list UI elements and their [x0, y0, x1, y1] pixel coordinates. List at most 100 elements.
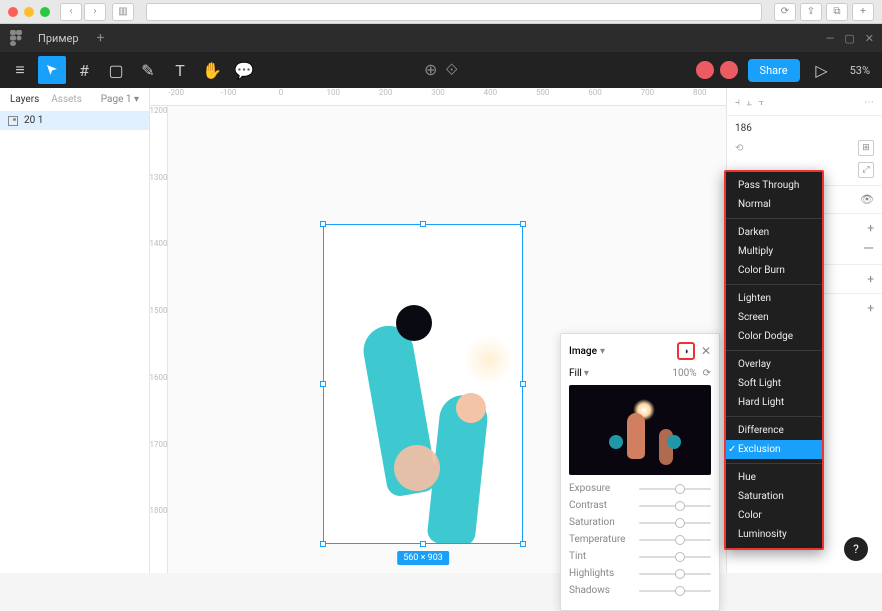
- nav-forward-button[interactable]: ›: [84, 3, 106, 21]
- slider-track[interactable]: [639, 505, 711, 507]
- resize-handle-icon[interactable]: [320, 381, 326, 387]
- expand-icon[interactable]: ⤢: [858, 162, 874, 178]
- visibility-icon[interactable]: 👁: [860, 193, 874, 206]
- resize-handle-icon[interactable]: [420, 541, 426, 547]
- user-avatar-2[interactable]: [718, 59, 740, 81]
- fill-mode-select[interactable]: Fill: [569, 368, 582, 379]
- blend-mode-option[interactable]: Hard Light: [726, 393, 822, 412]
- image-thumbnail[interactable]: [569, 385, 711, 475]
- zoom-level[interactable]: 53%: [844, 64, 876, 77]
- resize-handle-icon[interactable]: [320, 221, 326, 227]
- window-minimize-icon[interactable]: —: [826, 32, 835, 45]
- layers-tab[interactable]: Layers: [10, 94, 39, 105]
- add-tab-icon[interactable]: +: [852, 3, 874, 21]
- blend-mode-option[interactable]: Pass Through: [726, 176, 822, 195]
- resize-handle-icon[interactable]: [520, 541, 526, 547]
- blend-mode-option[interactable]: Exclusion: [726, 440, 822, 459]
- slider-knob-icon[interactable]: [675, 518, 685, 528]
- sidebar-toggle-icon[interactable]: ▥: [112, 3, 134, 21]
- tabs-icon[interactable]: ⧉: [826, 3, 848, 21]
- blend-mode-option[interactable]: Darken: [726, 223, 822, 242]
- shape-tool[interactable]: ▢: [102, 56, 130, 84]
- file-tab[interactable]: Пример: [32, 24, 85, 52]
- assets-tab[interactable]: Assets: [51, 94, 82, 105]
- close-window-icon[interactable]: [8, 7, 18, 17]
- align-icon[interactable]: ⊕: [424, 60, 437, 80]
- share-button[interactable]: Share: [748, 59, 800, 82]
- align-right-icon[interactable]: ⫟: [758, 97, 764, 108]
- window-close-icon[interactable]: ✕: [865, 32, 874, 45]
- more-align-icon[interactable]: ⋯: [864, 97, 874, 108]
- slider-track[interactable]: [639, 522, 711, 524]
- figma-logo-icon[interactable]: [8, 30, 24, 46]
- rotate-icon[interactable]: ⟲: [735, 143, 743, 154]
- resize-handle-icon[interactable]: [420, 221, 426, 227]
- comment-tool[interactable]: 💬: [230, 56, 258, 84]
- present-icon[interactable]: ▷: [808, 56, 836, 84]
- constrain-icon[interactable]: ⊞: [858, 140, 874, 156]
- minimize-window-icon[interactable]: [24, 7, 34, 17]
- slider-knob-icon[interactable]: [675, 586, 685, 596]
- blend-mode-option[interactable]: Luminosity: [726, 525, 822, 544]
- blend-mode-option[interactable]: Color: [726, 506, 822, 525]
- slider-track[interactable]: [639, 539, 711, 541]
- help-button[interactable]: ?: [844, 537, 868, 561]
- blend-mode-option[interactable]: Overlay: [726, 355, 822, 374]
- pen-tool[interactable]: ✎: [134, 56, 162, 84]
- image-adjust-slider[interactable]: Contrast: [569, 500, 711, 511]
- close-icon[interactable]: ✕: [701, 344, 711, 358]
- user-avatar-1[interactable]: [694, 59, 716, 81]
- image-adjust-slider[interactable]: Exposure: [569, 483, 711, 494]
- hand-tool[interactable]: ✋: [198, 56, 226, 84]
- add-section-icon[interactable]: +: [867, 301, 874, 315]
- slider-knob-icon[interactable]: [675, 569, 685, 579]
- window-maximize-icon[interactable]: ▢: [844, 32, 854, 45]
- slider-knob-icon[interactable]: [675, 484, 685, 494]
- resize-handle-icon[interactable]: [520, 221, 526, 227]
- text-tool[interactable]: T: [166, 56, 194, 84]
- blend-mode-option[interactable]: Screen: [726, 308, 822, 327]
- remove-icon[interactable]: —: [863, 241, 874, 257]
- slider-knob-icon[interactable]: [675, 535, 685, 545]
- maximize-window-icon[interactable]: [40, 7, 50, 17]
- page-selector[interactable]: Page 1 ▾: [101, 94, 139, 105]
- nav-back-button[interactable]: ‹: [60, 3, 82, 21]
- image-adjust-slider[interactable]: Shadows: [569, 585, 711, 596]
- reader-icon[interactable]: ⟳: [774, 3, 796, 21]
- add-section-icon[interactable]: +: [867, 272, 874, 286]
- resize-handle-icon[interactable]: [320, 541, 326, 547]
- slider-track[interactable]: [639, 556, 711, 558]
- slider-track[interactable]: [639, 590, 711, 592]
- slider-knob-icon[interactable]: [675, 501, 685, 511]
- blend-mode-option[interactable]: Multiply: [726, 242, 822, 261]
- hamburger-icon[interactable]: ≡: [6, 56, 34, 84]
- blend-mode-option[interactable]: Color Burn: [726, 261, 822, 280]
- align-center-icon[interactable]: ⫠: [746, 97, 752, 108]
- resize-handle-icon[interactable]: [520, 381, 526, 387]
- chevron-down-icon[interactable]: ▾: [600, 346, 605, 357]
- image-adjust-slider[interactable]: Highlights: [569, 568, 711, 579]
- layer-item[interactable]: 20 1: [0, 111, 149, 130]
- blend-mode-option[interactable]: Soft Light: [726, 374, 822, 393]
- fill-opacity[interactable]: 100%: [672, 368, 696, 379]
- image-adjust-slider[interactable]: Saturation: [569, 517, 711, 528]
- crop-icon[interactable]: ⟐: [445, 60, 458, 80]
- add-style-icon[interactable]: +: [867, 221, 874, 235]
- slider-track[interactable]: [639, 488, 711, 490]
- blend-mode-option[interactable]: Color Dodge: [726, 327, 822, 346]
- image-adjust-slider[interactable]: Tint: [569, 551, 711, 562]
- share-icon[interactable]: ⇪: [800, 3, 822, 21]
- rotate-image-icon[interactable]: ⟳: [703, 368, 711, 379]
- move-tool[interactable]: [38, 56, 66, 84]
- url-bar[interactable]: [146, 3, 762, 21]
- blend-mode-option[interactable]: Saturation: [726, 487, 822, 506]
- blend-mode-button[interactable]: ◑: [677, 342, 695, 360]
- new-tab-button[interactable]: +: [93, 30, 109, 46]
- image-adjust-slider[interactable]: Temperature: [569, 534, 711, 545]
- selected-image-frame[interactable]: 560 × 903: [323, 224, 523, 544]
- blend-mode-option[interactable]: Lighten: [726, 289, 822, 308]
- blend-mode-option[interactable]: Normal: [726, 195, 822, 214]
- blend-mode-option[interactable]: Difference: [726, 421, 822, 440]
- slider-knob-icon[interactable]: [675, 552, 685, 562]
- align-left-icon[interactable]: ⫞: [735, 97, 740, 108]
